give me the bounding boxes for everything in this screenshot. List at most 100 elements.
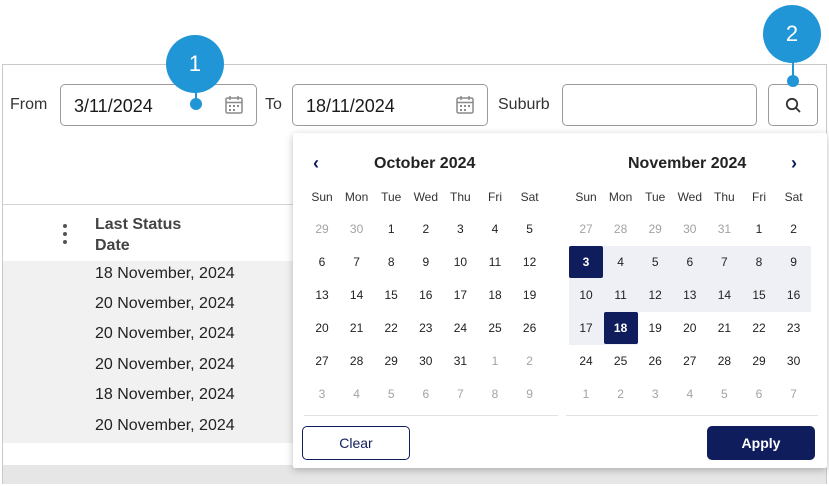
kebab-menu-icon[interactable] bbox=[62, 224, 68, 248]
calendar-day[interactable]: 11 bbox=[604, 279, 638, 311]
calendar-day[interactable]: 6 bbox=[673, 246, 707, 278]
calendar-day[interactable]: 19 bbox=[638, 312, 672, 344]
calendar-day[interactable]: 28 bbox=[604, 213, 638, 245]
apply-button[interactable]: Apply bbox=[707, 426, 815, 460]
calendar-day[interactable]: 18 bbox=[603, 312, 638, 344]
calendar-day[interactable]: 6 bbox=[409, 378, 443, 410]
calendar-day[interactable]: 4 bbox=[340, 378, 374, 410]
calendar-day[interactable]: 27 bbox=[673, 345, 707, 377]
calendar-day[interactable]: 17 bbox=[569, 312, 603, 344]
calendar-day[interactable]: 7 bbox=[340, 246, 374, 278]
from-date-field[interactable]: 3/11/2024 bbox=[60, 84, 257, 126]
calendar-day[interactable]: 1 bbox=[742, 213, 776, 245]
calendar-day[interactable]: 23 bbox=[777, 312, 811, 344]
calendar-day[interactable]: 15 bbox=[742, 279, 776, 311]
calendar-day[interactable]: 20 bbox=[673, 312, 707, 344]
calendar-day[interactable]: 24 bbox=[443, 312, 477, 344]
weekday-header: Sun bbox=[575, 190, 597, 204]
calendar-day[interactable]: 8 bbox=[374, 246, 408, 278]
calendar-day[interactable]: 5 bbox=[638, 246, 672, 278]
calendar-day[interactable]: 30 bbox=[340, 213, 374, 245]
calendar-day[interactable]: 29 bbox=[305, 213, 339, 245]
calendar-day[interactable]: 28 bbox=[707, 345, 741, 377]
calendar-day[interactable]: 16 bbox=[409, 279, 443, 311]
calendar-icon[interactable] bbox=[455, 95, 475, 115]
calendar-day[interactable]: 3 bbox=[569, 246, 603, 278]
calendar-day[interactable]: 23 bbox=[409, 312, 443, 344]
calendar-day[interactable]: 14 bbox=[340, 279, 374, 311]
calendar-day[interactable]: 9 bbox=[409, 246, 443, 278]
calendar-day[interactable]: 13 bbox=[673, 279, 707, 311]
to-date-field[interactable]: 18/11/2024 bbox=[292, 84, 488, 126]
calendar-day[interactable]: 14 bbox=[707, 279, 741, 311]
calendar-day[interactable]: 29 bbox=[742, 345, 776, 377]
calendar-day[interactable]: 21 bbox=[707, 312, 741, 344]
calendar-day[interactable]: 8 bbox=[478, 378, 512, 410]
calendar-day[interactable]: 12 bbox=[513, 246, 547, 278]
calendar-day[interactable]: 26 bbox=[638, 345, 672, 377]
calendar-day[interactable]: 22 bbox=[374, 312, 408, 344]
calendar-day[interactable]: 1 bbox=[374, 213, 408, 245]
calendar-day[interactable]: 6 bbox=[742, 378, 776, 410]
calendar-day[interactable]: 11 bbox=[478, 246, 512, 278]
weekday-header: Mon bbox=[608, 190, 633, 204]
calendar-day[interactable]: 4 bbox=[673, 378, 707, 410]
chevron-left-icon[interactable]: ‹ bbox=[313, 153, 319, 174]
chevron-right-icon[interactable]: › bbox=[791, 153, 797, 174]
calendar-day[interactable]: 28 bbox=[340, 345, 374, 377]
clear-button[interactable]: Clear bbox=[302, 426, 410, 460]
calendar-day[interactable]: 4 bbox=[478, 213, 512, 245]
calendar-day[interactable]: 30 bbox=[409, 345, 443, 377]
calendar-day[interactable]: 21 bbox=[340, 312, 374, 344]
calendar-day[interactable]: 30 bbox=[777, 345, 811, 377]
calendar-day[interactable]: 27 bbox=[569, 213, 603, 245]
calendar-day[interactable]: 29 bbox=[374, 345, 408, 377]
search-button[interactable] bbox=[768, 84, 818, 126]
weekday-header: Wed bbox=[413, 190, 439, 204]
calendar-day[interactable]: 25 bbox=[604, 345, 638, 377]
calendar-day[interactable]: 7 bbox=[707, 246, 741, 278]
calendar-day[interactable]: 22 bbox=[742, 312, 776, 344]
calendar-day[interactable]: 5 bbox=[374, 378, 408, 410]
calendar-day[interactable]: 25 bbox=[478, 312, 512, 344]
calendar-day[interactable]: 8 bbox=[742, 246, 776, 278]
calendar-day[interactable]: 3 bbox=[638, 378, 672, 410]
calendar-day[interactable]: 3 bbox=[443, 213, 477, 245]
calendar-day[interactable]: 4 bbox=[604, 246, 638, 278]
calendar-icon[interactable] bbox=[224, 95, 244, 115]
calendar-day[interactable]: 12 bbox=[638, 279, 672, 311]
calendar-day[interactable]: 16 bbox=[777, 279, 811, 311]
calendar-day[interactable]: 7 bbox=[777, 378, 811, 410]
calendar-day[interactable]: 2 bbox=[513, 345, 547, 377]
calendar-day[interactable]: 19 bbox=[513, 279, 547, 311]
calendar-day[interactable]: 26 bbox=[513, 312, 547, 344]
calendar-day[interactable]: 17 bbox=[443, 279, 477, 311]
calendar-day[interactable]: 31 bbox=[443, 345, 477, 377]
calendar-day[interactable]: 2 bbox=[409, 213, 443, 245]
calendar-day[interactable]: 5 bbox=[513, 213, 547, 245]
calendar-day[interactable]: 18 bbox=[478, 279, 512, 311]
calendar-day[interactable]: 31 bbox=[707, 213, 741, 245]
calendar-day[interactable]: 27 bbox=[305, 345, 339, 377]
calendar-day[interactable]: 1 bbox=[569, 378, 603, 410]
calendar-day[interactable]: 2 bbox=[604, 378, 638, 410]
left-month-title: October 2024 bbox=[374, 155, 476, 172]
calendar-day[interactable]: 13 bbox=[305, 279, 339, 311]
calendar-day[interactable]: 24 bbox=[569, 345, 603, 377]
calendar-day[interactable]: 9 bbox=[513, 378, 547, 410]
suburb-input[interactable] bbox=[562, 84, 757, 126]
calendar-day[interactable]: 20 bbox=[305, 312, 339, 344]
calendar-day[interactable]: 1 bbox=[478, 345, 512, 377]
calendar-day[interactable]: 6 bbox=[305, 246, 339, 278]
calendar-day[interactable]: 2 bbox=[777, 213, 811, 245]
calendar-day[interactable]: 3 bbox=[305, 378, 339, 410]
column-header-last-status-date[interactable]: Last Status Date bbox=[95, 214, 181, 256]
calendar-day[interactable]: 29 bbox=[638, 213, 672, 245]
calendar-day[interactable]: 10 bbox=[443, 246, 477, 278]
calendar-day[interactable]: 30 bbox=[673, 213, 707, 245]
calendar-day[interactable]: 10 bbox=[569, 279, 603, 311]
calendar-day[interactable]: 7 bbox=[443, 378, 477, 410]
calendar-day[interactable]: 5 bbox=[707, 378, 741, 410]
calendar-day[interactable]: 15 bbox=[374, 279, 408, 311]
calendar-day[interactable]: 9 bbox=[777, 246, 811, 278]
